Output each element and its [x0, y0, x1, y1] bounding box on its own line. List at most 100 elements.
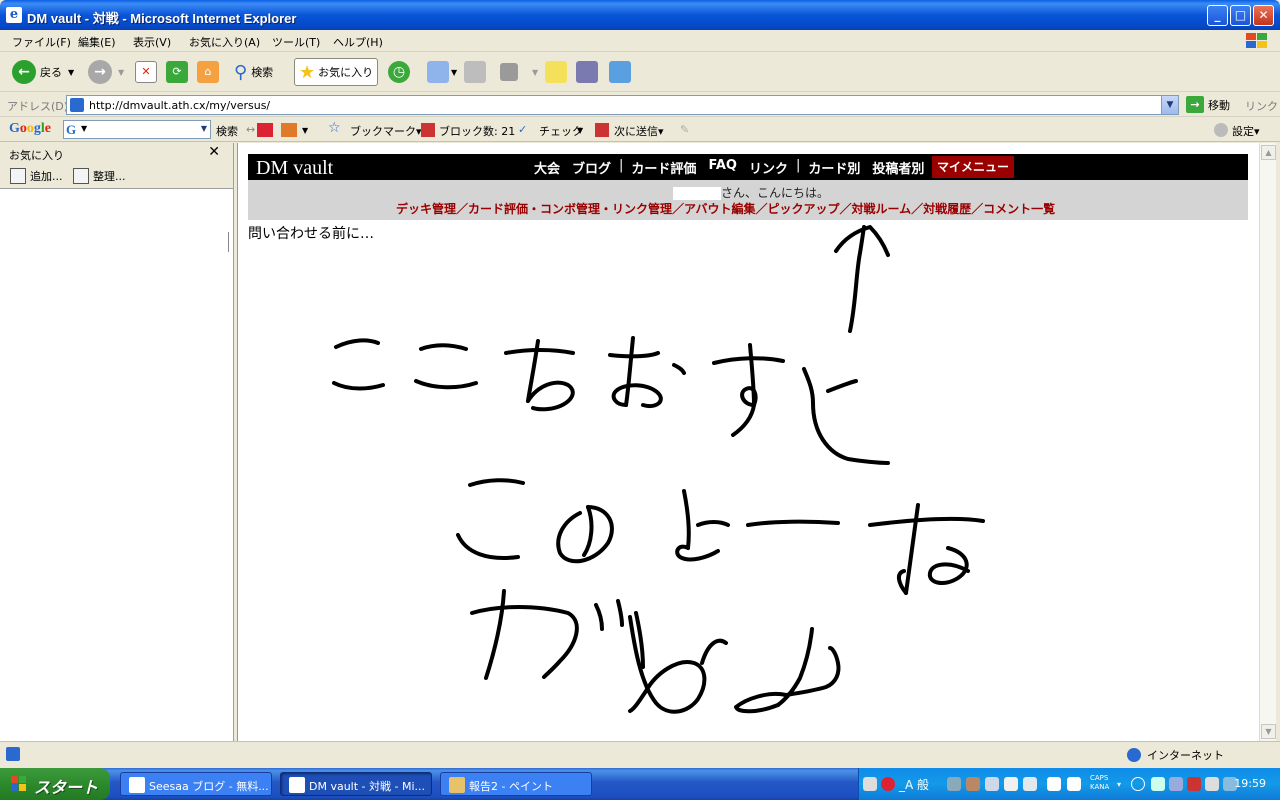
ime-settings-icon[interactable] [1004, 777, 1018, 791]
chevron-down-icon[interactable]: ▼ [302, 126, 308, 135]
highlight-icon[interactable]: ✎ [680, 123, 689, 136]
close-icon[interactable]: ✕ [208, 144, 220, 160]
tray-app-icon[interactable] [1151, 777, 1165, 791]
task-label: DM vault - 対戦 - Mi... [309, 780, 426, 793]
bookmark-star-icon: ☆ [328, 120, 341, 136]
task-dm-vault[interactable]: DM vault - 対戦 - Mi... [280, 772, 432, 796]
menu-help[interactable]: ヘルプ(H) [333, 34, 383, 50]
back-label: 戻る [40, 66, 62, 79]
home-button[interactable]: ⌂ [197, 58, 219, 86]
maximize-button[interactable]: □ [1230, 5, 1251, 26]
scroll-down-icon[interactable]: ▼ [1261, 724, 1276, 739]
window-title: DM vault - 対戦 - Microsoft Internet Explo… [27, 11, 297, 26]
clock[interactable]: 19:59 [1234, 777, 1266, 790]
go-label: 移動 [1208, 98, 1230, 112]
ime-dict-icon[interactable] [1047, 777, 1061, 791]
chevron-down-icon: ▼ [118, 67, 125, 77]
ime-tool-icon[interactable] [947, 777, 961, 791]
vertical-scrollbar[interactable]: ▲ ▼ [1259, 143, 1276, 741]
taskbar: スタート Seesaa ブログ - 無料... DM vault - 対戦 - … [0, 768, 1280, 800]
stop-icon: ✕ [135, 61, 157, 83]
go-button[interactable]: → 移動 [1186, 96, 1230, 113]
note-icon [545, 61, 567, 83]
mail-button[interactable]: ▼ [427, 58, 457, 86]
chevron-down-icon[interactable]: ▼ [201, 124, 207, 133]
menu-favorites[interactable]: お気に入り(A) [189, 34, 260, 50]
history-button[interactable]: ◷ [388, 58, 410, 86]
refresh-button[interactable]: ⟳ [166, 58, 188, 86]
menu-edit[interactable]: 編集(E) [78, 34, 116, 50]
ime-mode[interactable]: _A 般 [899, 776, 929, 793]
forward-button[interactable]: → ▼ [88, 58, 124, 86]
menu-tools[interactable]: ツール(T) [272, 34, 320, 50]
send-to-button[interactable]: 次に送信▾ [614, 123, 664, 139]
bookmarks-button[interactable]: ブックマーク▾ [350, 123, 422, 139]
network-icon[interactable] [1169, 777, 1183, 791]
history-icon: ◷ [388, 61, 410, 83]
add-favorite-button[interactable]: 追加... [10, 168, 63, 184]
search-label: 検索 [251, 66, 274, 79]
task-paint[interactable]: 報告2 - ペイント [440, 772, 592, 796]
task-seesaa-blog[interactable]: Seesaa ブログ - 無料... [120, 772, 272, 796]
favorites-pane-header: お気に入り ✕ [0, 143, 233, 163]
links-button[interactable]: リンク [1245, 98, 1278, 114]
handwritten-annotation [332, 225, 985, 714]
popup-blocked-count[interactable]: ブロック数: 21 [439, 123, 515, 139]
settings-icon [1214, 123, 1228, 137]
messenger-icon [609, 61, 631, 83]
organize-label: 整理... [93, 170, 126, 183]
help-icon[interactable] [1067, 777, 1081, 791]
tray-options-icon[interactable]: ▾ [1117, 780, 1131, 794]
organize-favorites-button[interactable]: 整理... [73, 168, 126, 184]
favorites-label: お気に入り [318, 66, 374, 79]
standard-toolbar: ← 戻る ▼ → ▼ ✕ ⟳ ⌂ ⚲ 検索 ★ お気に入り ◷ ▼ ▼ [0, 52, 1280, 92]
favorites-pane: お気に入り ✕ 追加... 整理... [0, 143, 234, 741]
search-button[interactable]: ⚲ 検索 [234, 58, 273, 86]
back-button[interactable]: ← 戻る ▼ [12, 58, 74, 86]
options-icon[interactable] [281, 123, 297, 137]
close-button[interactable]: ✕ [1253, 5, 1274, 26]
settings-button[interactable]: 設定▾ [1232, 123, 1260, 139]
research-button[interactable] [576, 58, 598, 86]
ime-help-icon[interactable] [1023, 777, 1037, 791]
add-favorite-label: 追加... [30, 170, 63, 183]
address-input[interactable]: http://dmvault.ath.cx/my/versus/ ▼ [66, 95, 1179, 115]
stop-button[interactable]: ✕ [135, 58, 157, 86]
minimize-button[interactable]: _ [1207, 5, 1228, 26]
chevron-down-icon: ▼ [81, 124, 88, 133]
kana-label: KANA [1090, 783, 1110, 791]
title-bar: e DM vault - 対戦 - Microsoft Internet Exp… [0, 0, 1280, 30]
chevron-down-icon: ▼ [532, 67, 539, 77]
favorites-button[interactable]: ★ お気に入り [294, 58, 379, 86]
google-search-button[interactable]: 検索 [216, 123, 238, 139]
messenger-button[interactable] [609, 58, 631, 86]
ime-icon[interactable] [881, 777, 895, 791]
address-url[interactable]: http://dmvault.ath.cx/my/versus/ [89, 99, 270, 112]
google-logo[interactable]: Google [9, 121, 51, 137]
discuss-button[interactable] [545, 58, 567, 86]
print-button[interactable] [464, 58, 486, 86]
menu-file[interactable]: ファイル(F) [12, 34, 71, 50]
address-label: アドレス(D) [7, 100, 69, 113]
address-bar: アドレス(D) http://dmvault.ath.cx/my/versus/… [0, 93, 1280, 117]
page-icon [70, 98, 84, 112]
google-search-input[interactable]: G ▼ ▼ [63, 120, 211, 139]
pane-splitter[interactable] [228, 232, 230, 252]
chevron-down-icon[interactable]: ▼ [577, 126, 583, 135]
scroll-up-icon[interactable]: ▲ [1261, 145, 1276, 160]
start-button[interactable]: スタート [0, 768, 110, 800]
menu-view[interactable]: 表示(V) [133, 34, 171, 50]
address-dropdown-icon[interactable]: ▼ [1161, 96, 1178, 114]
keyboard-icon[interactable] [863, 777, 877, 791]
pen-icon[interactable] [985, 777, 999, 791]
windows-logo-icon [1246, 33, 1267, 48]
pagerank-icon[interactable] [257, 123, 273, 137]
show-hidden-icons-icon[interactable] [1131, 777, 1145, 791]
security-alert-icon[interactable] [1187, 777, 1201, 791]
edit-button[interactable]: ▼ [500, 58, 538, 86]
ime-pad-icon[interactable] [966, 777, 980, 791]
star-icon: ★ [299, 61, 316, 83]
task-label: 報告2 - ペイント [469, 780, 553, 793]
globe-icon [1127, 748, 1141, 762]
volume-icon[interactable] [1205, 777, 1219, 791]
